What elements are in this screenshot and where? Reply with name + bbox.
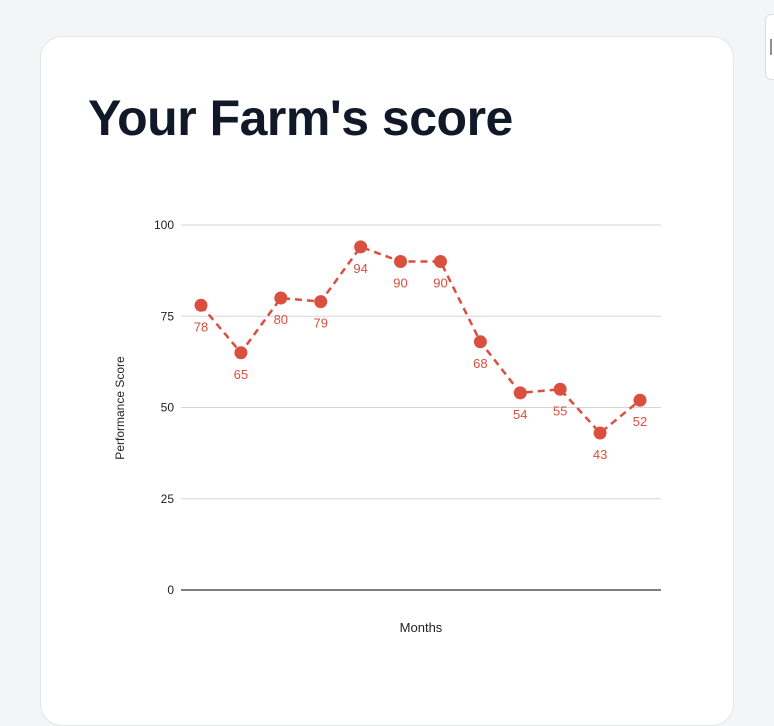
data-point[interactable] [513, 386, 527, 400]
data-label: 55 [553, 403, 567, 418]
data-label: 78 [194, 319, 208, 334]
data-label: 54 [513, 407, 527, 422]
y-tick-label: 100 [154, 218, 174, 232]
chart-series [200, 245, 641, 435]
data-label: 80 [274, 312, 288, 327]
data-label: 79 [313, 316, 327, 331]
data-point[interactable] [354, 240, 368, 254]
series-line [200, 245, 641, 435]
data-label: 90 [393, 276, 407, 291]
data-point[interactable] [593, 426, 607, 440]
data-point[interactable] [314, 295, 328, 309]
data-label: 65 [234, 367, 248, 382]
y-tick-label: 50 [161, 401, 175, 415]
y-axis-label: Performance Score [113, 356, 127, 460]
chart-gridlines [181, 224, 661, 591]
x-axis-label: Months [400, 620, 443, 635]
chart-data-labels: 78 65 80 79 94 90 90 68 54 55 43 52 [194, 261, 647, 462]
data-point[interactable] [553, 382, 567, 396]
y-tick-label: 25 [161, 492, 175, 506]
data-point[interactable] [234, 346, 248, 360]
data-label: 52 [633, 414, 647, 429]
y-axis-ticks: 0 25 50 75 100 [154, 218, 174, 597]
data-point[interactable] [433, 255, 447, 268]
data-label: 68 [473, 356, 487, 371]
data-point[interactable] [633, 393, 647, 407]
data-point[interactable] [194, 298, 208, 312]
data-label: 43 [593, 447, 607, 462]
y-tick-label: 0 [167, 583, 174, 597]
data-point[interactable] [274, 291, 288, 305]
performance-chart: 0 25 50 75 100 78 65 80 79 94 90 90 68 54 55 43 52 Perf… [113, 218, 661, 635]
data-label: 94 [353, 261, 367, 276]
data-label: 90 [433, 276, 447, 291]
data-point[interactable] [394, 255, 408, 268]
y-tick-label: 75 [161, 309, 175, 323]
data-point[interactable] [473, 335, 487, 349]
